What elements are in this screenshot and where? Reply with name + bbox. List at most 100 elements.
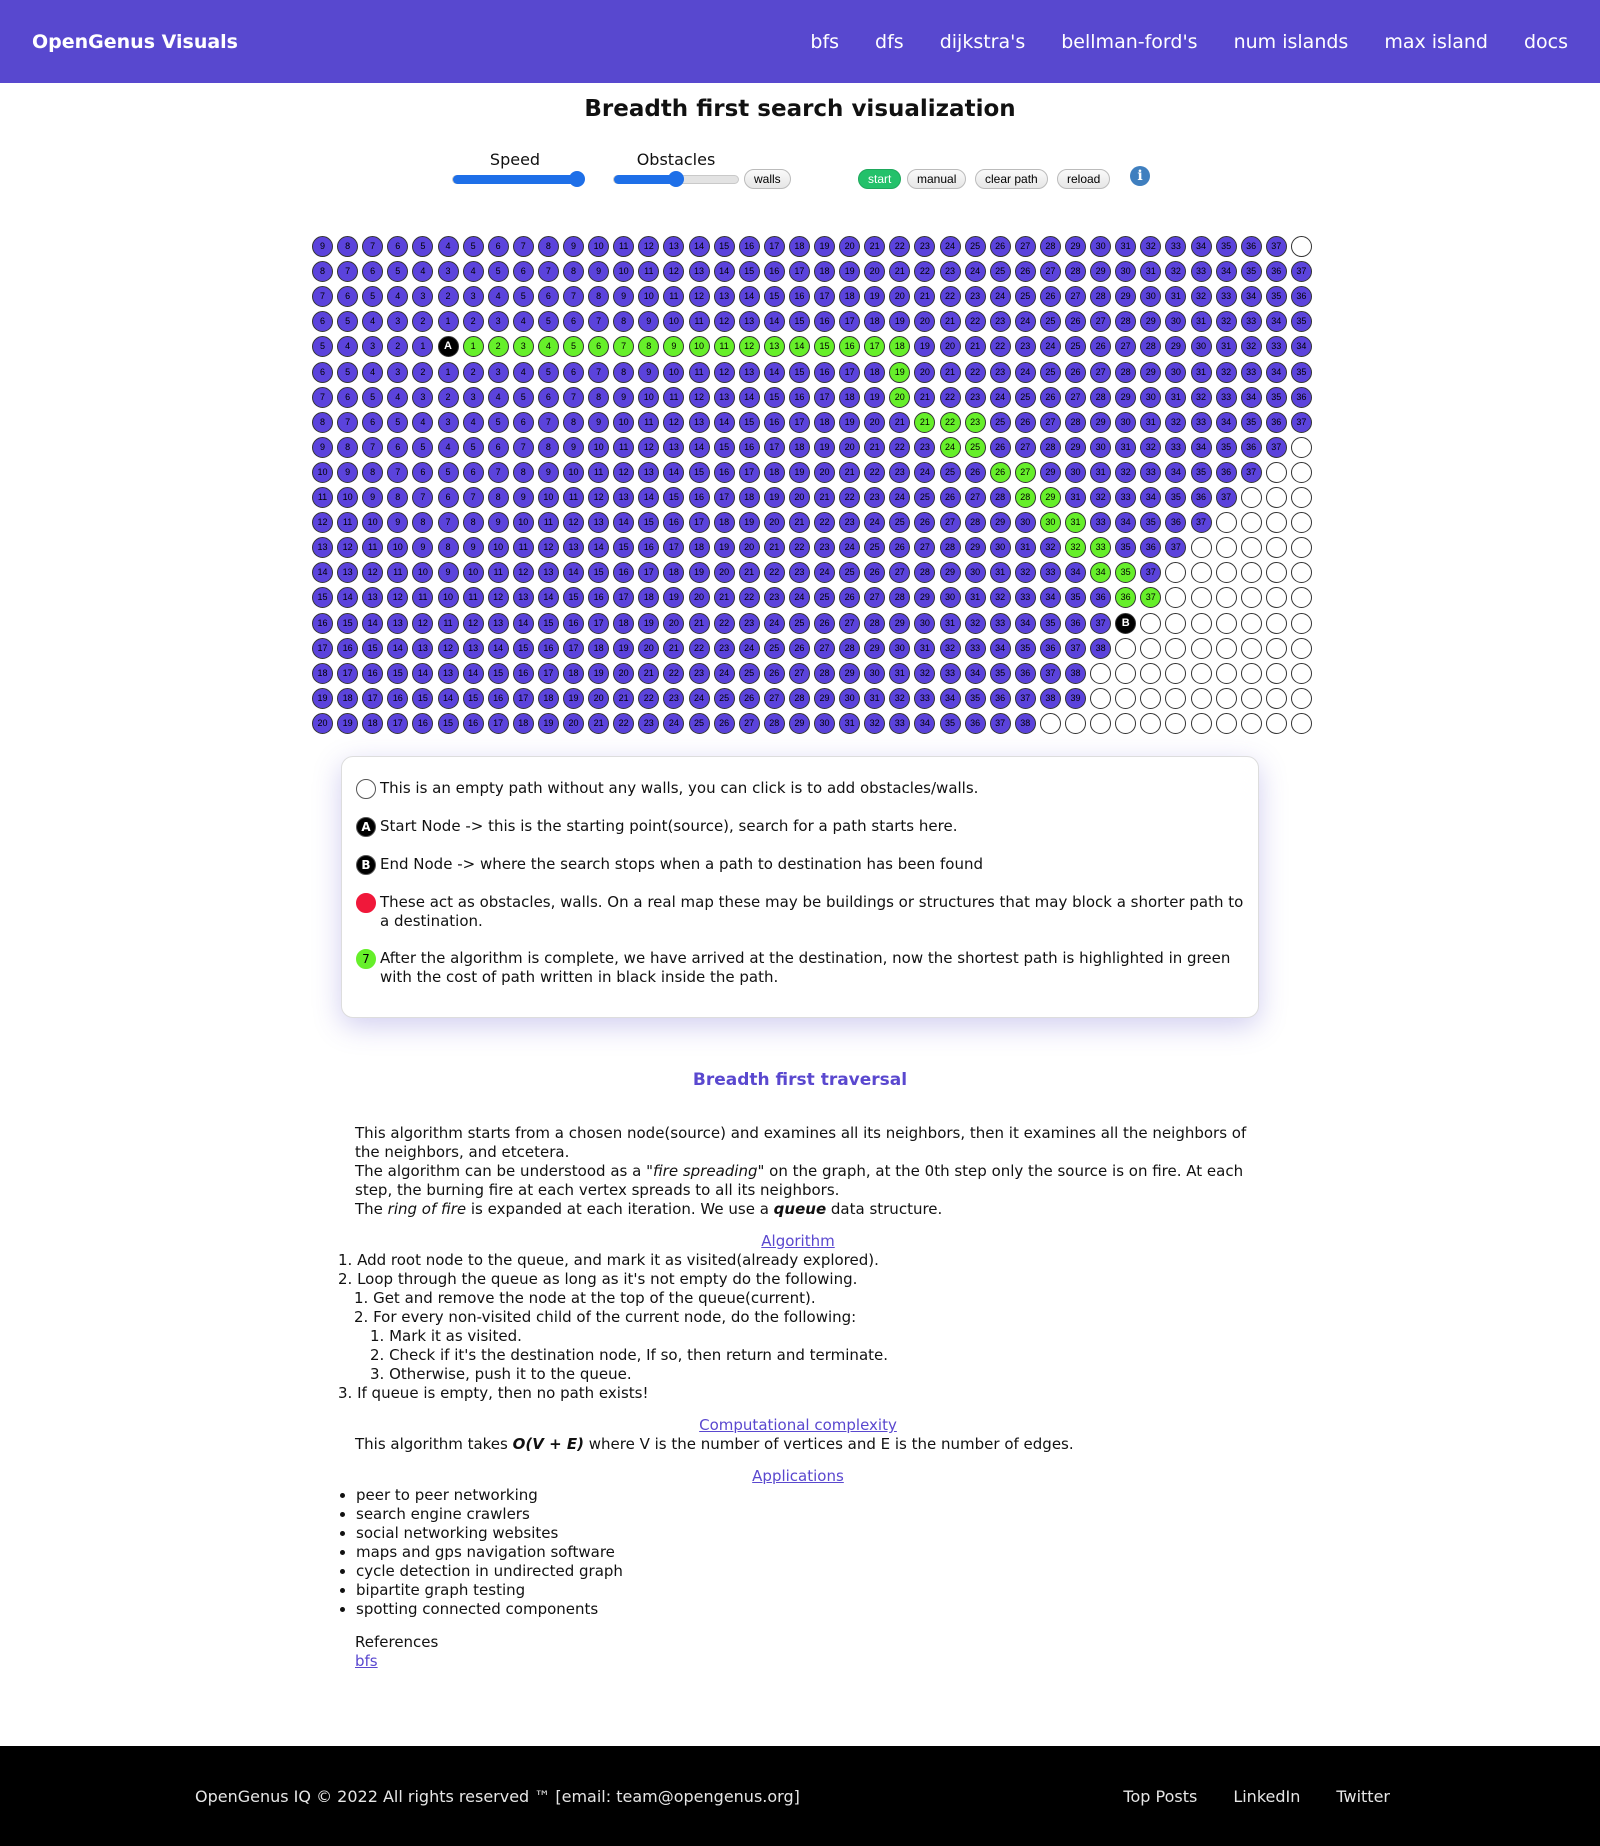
visited-cell[interactable]: 33	[1215, 286, 1237, 308]
visited-cell[interactable]: 19	[588, 662, 610, 684]
visited-cell[interactable]: 11	[512, 537, 534, 559]
visited-cell[interactable]: 2	[437, 386, 459, 408]
visited-cell[interactable]: 7	[362, 236, 384, 257]
visited-cell[interactable]: 5	[537, 311, 559, 333]
visited-cell[interactable]: 12	[688, 286, 710, 308]
visited-cell[interactable]: 37	[1165, 537, 1187, 559]
visited-cell[interactable]: 37	[1140, 562, 1162, 584]
visited-cell[interactable]: 16	[738, 236, 760, 257]
empty-cell[interactable]	[1190, 562, 1212, 584]
visited-cell[interactable]: 16	[788, 386, 810, 408]
empty-cell[interactable]	[1215, 562, 1237, 584]
visited-cell[interactable]: 27	[1014, 436, 1036, 458]
visited-cell[interactable]: 33	[1165, 236, 1187, 257]
visited-cell[interactable]: 16	[563, 612, 584, 634]
visited-cell[interactable]: 5	[387, 261, 409, 283]
visited-cell[interactable]: 35	[1215, 236, 1237, 257]
empty-cell[interactable]	[1165, 712, 1187, 734]
visited-cell[interactable]: 21	[864, 236, 886, 257]
visited-cell[interactable]: 13	[362, 587, 384, 609]
visited-cell[interactable]: 35	[1240, 261, 1262, 283]
visited-cell[interactable]: 9	[563, 436, 584, 458]
visited-cell[interactable]: 31	[1165, 386, 1187, 408]
visited-cell[interactable]: 25	[713, 687, 735, 709]
visited-cell[interactable]: 17	[738, 461, 760, 483]
visited-cell[interactable]: 29	[1065, 436, 1086, 458]
visited-cell[interactable]: 15	[613, 537, 635, 559]
visited-cell[interactable]: 34	[1240, 286, 1262, 308]
visited-cell[interactable]: 24	[964, 261, 986, 283]
visited-cell[interactable]: 5	[487, 261, 509, 283]
visited-cell[interactable]: 18	[688, 537, 710, 559]
visited-cell[interactable]: 35	[1290, 361, 1312, 383]
empty-cell[interactable]	[1290, 436, 1312, 458]
visited-cell[interactable]: 13	[738, 361, 760, 383]
visited-cell[interactable]: 27	[914, 537, 936, 559]
complexity-link[interactable]: Computational complexity	[338, 1416, 1258, 1435]
visited-cell[interactable]: 36	[1265, 411, 1287, 433]
visited-cell[interactable]: 35	[1215, 436, 1237, 458]
visited-cell[interactable]: 17	[537, 662, 559, 684]
visited-cell[interactable]: 21	[788, 512, 810, 534]
visited-cell[interactable]: 17	[362, 687, 384, 709]
visited-cell[interactable]: 33	[964, 637, 986, 659]
visited-cell[interactable]: 2	[462, 311, 484, 333]
visited-cell[interactable]: 17	[788, 411, 810, 433]
visited-cell[interactable]: 19	[839, 261, 861, 283]
visited-cell[interactable]: 14	[738, 386, 760, 408]
visited-cell[interactable]: 28	[1039, 236, 1061, 257]
visited-cell[interactable]: 10	[613, 261, 635, 283]
visited-cell[interactable]: 5	[362, 386, 384, 408]
visited-cell[interactable]: 24	[788, 587, 810, 609]
visited-cell[interactable]: 16	[814, 361, 835, 383]
visited-cell[interactable]: 13	[588, 512, 610, 534]
path-cell[interactable]: 13	[763, 336, 785, 358]
visited-cell[interactable]: 33	[1240, 311, 1262, 333]
visited-cell[interactable]: 7	[512, 236, 534, 257]
visited-cell[interactable]: 35	[1265, 286, 1287, 308]
visited-cell[interactable]: 6	[337, 386, 359, 408]
visited-cell[interactable]: 32	[1165, 261, 1187, 283]
visited-cell[interactable]: 4	[362, 311, 384, 333]
visited-cell[interactable]: 19	[864, 286, 886, 308]
visited-cell[interactable]: 32	[989, 587, 1011, 609]
visited-cell[interactable]: 6	[537, 386, 559, 408]
visited-cell[interactable]: 11	[387, 562, 409, 584]
visited-cell[interactable]: 29	[839, 662, 861, 684]
visited-cell[interactable]: 28	[1065, 261, 1086, 283]
empty-cell[interactable]	[1190, 612, 1212, 634]
visited-cell[interactable]: 10	[462, 562, 484, 584]
visited-cell[interactable]: 26	[763, 662, 785, 684]
visited-cell[interactable]: 11	[362, 537, 384, 559]
visited-cell[interactable]: 7	[512, 436, 534, 458]
empty-cell[interactable]	[1265, 662, 1287, 684]
obstacles-slider[interactable]	[613, 171, 739, 187]
visited-cell[interactable]: 12	[462, 612, 484, 634]
visited-cell[interactable]: 31	[889, 662, 911, 684]
start-node[interactable]: A	[437, 336, 459, 358]
visited-cell[interactable]: 12	[638, 436, 660, 458]
path-cell[interactable]: 37	[1140, 587, 1162, 609]
path-cell[interactable]: 35	[1115, 562, 1137, 584]
visited-cell[interactable]: 6	[362, 261, 384, 283]
visited-cell[interactable]: 2	[387, 336, 409, 358]
visited-cell[interactable]: 14	[663, 461, 685, 483]
visited-cell[interactable]: 35	[1240, 411, 1262, 433]
visited-cell[interactable]: 33	[1115, 487, 1137, 508]
visited-cell[interactable]: 33	[939, 662, 961, 684]
visited-cell[interactable]: 31	[1115, 236, 1137, 257]
path-cell[interactable]: 30	[1039, 512, 1061, 534]
visited-cell[interactable]: 17	[713, 487, 735, 508]
visited-cell[interactable]: 19	[337, 712, 359, 734]
visited-cell[interactable]: 30	[1065, 461, 1086, 483]
visited-cell[interactable]: 28	[1065, 411, 1086, 433]
visited-cell[interactable]: 3	[462, 386, 484, 408]
visited-cell[interactable]: 14	[638, 487, 660, 508]
visited-cell[interactable]: 31	[939, 612, 961, 634]
visited-cell[interactable]: 20	[713, 562, 735, 584]
visited-cell[interactable]: 24	[688, 687, 710, 709]
visited-cell[interactable]: 22	[989, 336, 1011, 358]
visited-cell[interactable]: 34	[1265, 311, 1287, 333]
visited-cell[interactable]: 5	[412, 436, 434, 458]
visited-cell[interactable]: 6	[487, 236, 509, 257]
